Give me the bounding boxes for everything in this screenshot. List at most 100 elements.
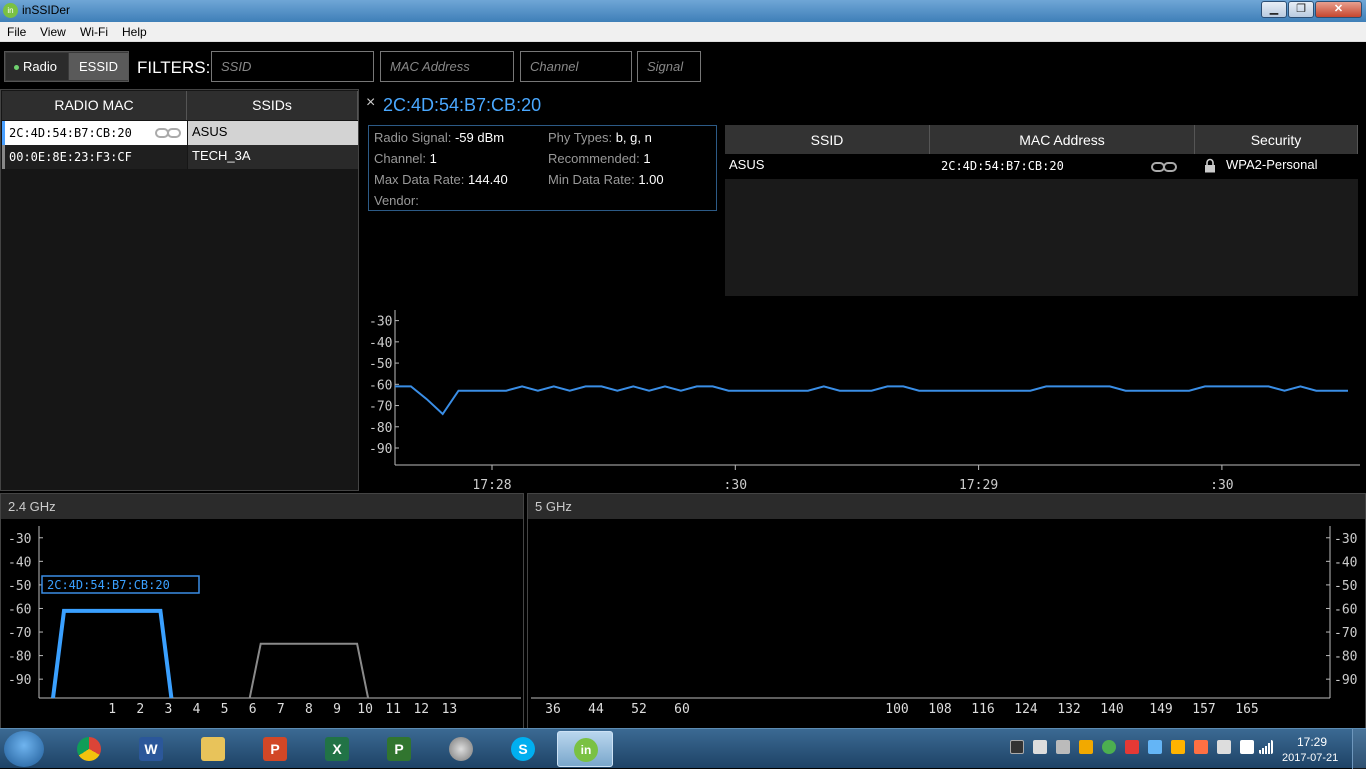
mac-column-header[interactable]: MAC Address bbox=[930, 125, 1195, 154]
clock-time[interactable]: 17:29 bbox=[1297, 735, 1327, 749]
tray-app-icon[interactable] bbox=[1056, 740, 1070, 754]
y-tick-label: -50 bbox=[369, 357, 392, 372]
y-tick-label: -70 bbox=[1334, 626, 1357, 641]
network-label-text: 2C:4D:54:B7:CB:20 bbox=[47, 578, 170, 592]
radio-toggle-option[interactable]: Radio bbox=[6, 53, 68, 80]
y-tick-label: -30 bbox=[1334, 532, 1357, 547]
channel-tick-label: 36 bbox=[545, 702, 561, 717]
inssider-app-icon: in bbox=[3, 3, 18, 18]
close-detail-icon[interactable]: × bbox=[366, 94, 375, 112]
mac-filter-input[interactable] bbox=[380, 51, 514, 82]
signal-time-chart: -30 -40 -50 -60 -70 -80 -90 17:28:30 17:29:30 bbox=[369, 310, 1360, 493]
skype-taskbar-button[interactable]: S bbox=[495, 731, 551, 767]
x-tick-label: :30 bbox=[724, 478, 747, 493]
table-row[interactable]: 2C:4D:54:B7:CB:20 ASUS bbox=[2, 121, 358, 145]
menu-help[interactable]: Help bbox=[122, 25, 147, 39]
recommended-value: 1 bbox=[643, 151, 651, 166]
channel-tick-label: 5 bbox=[221, 702, 229, 717]
ssid-cell: TECH_3A bbox=[188, 145, 358, 169]
y-tick-label: -70 bbox=[8, 626, 31, 641]
phy-types-row: Phy Types: b, g, n bbox=[548, 130, 652, 145]
excel-icon: X bbox=[325, 737, 349, 761]
tray-app-icon[interactable] bbox=[1148, 740, 1162, 754]
table-row[interactable]: 00:0E:8E:23:F3:CF TECH_3A bbox=[2, 145, 358, 169]
filter-toolbar: Radio ESSID FILTERS: bbox=[0, 43, 1366, 89]
clock-date[interactable]: 2017-07-21 bbox=[1282, 752, 1338, 764]
taskbar: W P X P S in 17:29 2017-07-21 bbox=[0, 728, 1366, 769]
window-title: inSSIDer bbox=[22, 3, 71, 17]
y-tick-label: -70 bbox=[369, 400, 392, 415]
inssider-taskbar-button[interactable]: in bbox=[557, 731, 613, 767]
menu-view[interactable]: View bbox=[40, 25, 66, 39]
signal-strength-icon[interactable] bbox=[1259, 740, 1273, 754]
menu-wifi[interactable]: Wi-Fi bbox=[80, 25, 108, 39]
start-button[interactable] bbox=[4, 731, 44, 767]
y-tick-label: -50 bbox=[1334, 579, 1357, 594]
y-tick-label: -60 bbox=[8, 602, 31, 617]
channel-tick-label: 149 bbox=[1149, 702, 1172, 717]
maximize-button[interactable]: ❐ bbox=[1288, 1, 1314, 18]
tray-app-icon[interactable] bbox=[1102, 740, 1116, 754]
radio-mac-column-header[interactable]: RADIO MAC bbox=[2, 91, 187, 120]
folder-icon bbox=[201, 737, 225, 761]
action-center-flag-icon[interactable] bbox=[1240, 740, 1254, 754]
channel-tick-label: 132 bbox=[1057, 702, 1080, 717]
ssid-cell: ASUS bbox=[188, 121, 358, 145]
channel-tick-label: 60 bbox=[674, 702, 690, 717]
tray-app-icon[interactable] bbox=[1171, 740, 1185, 754]
phy-types-value: b, g, n bbox=[615, 130, 652, 145]
ssid-filter-input[interactable] bbox=[211, 51, 374, 82]
ssids-column-header[interactable]: SSIDs bbox=[187, 91, 358, 120]
y-tick-label: -90 bbox=[8, 673, 31, 688]
volume-icon[interactable] bbox=[1033, 740, 1047, 754]
radio-signal-label: Radio Signal: bbox=[374, 130, 452, 145]
tray-app-icon[interactable] bbox=[1125, 740, 1139, 754]
menu-file[interactable]: File bbox=[7, 25, 26, 39]
chrome-taskbar-button[interactable] bbox=[61, 731, 117, 767]
y-tick-label: -40 bbox=[8, 555, 31, 570]
network-channel-trace bbox=[248, 642, 370, 699]
signal-filter-input[interactable] bbox=[637, 51, 701, 82]
ssid-table: SSID MAC Address Security ASUS 2C:4D:54:… bbox=[725, 125, 1358, 296]
channel-tick-label: 1 bbox=[108, 702, 116, 717]
channel-tick-label: 12 bbox=[413, 702, 429, 717]
word-taskbar-button[interactable]: W bbox=[123, 731, 179, 767]
max-rate-row: Max Data Rate: 144.40 bbox=[374, 172, 508, 187]
explorer-taskbar-button[interactable] bbox=[185, 731, 241, 767]
project-taskbar-button[interactable]: P bbox=[371, 731, 427, 767]
essid-toggle-option[interactable]: ESSID bbox=[69, 53, 128, 80]
minimize-button[interactable]: ▁ bbox=[1261, 1, 1287, 18]
band-5-chart: -30 -40 -50 -60 -70 -80 -90 36 44 52 60 100 108 116 12… bbox=[531, 526, 1357, 717]
selected-indicator-icon bbox=[14, 65, 19, 70]
ssid-column-header[interactable]: SSID bbox=[725, 125, 930, 154]
speakers-taskbar-button[interactable] bbox=[433, 731, 489, 767]
radio-essid-toggle[interactable]: Radio ESSID bbox=[4, 51, 129, 82]
y-tick-label: -40 bbox=[369, 336, 392, 351]
tray-app-icon[interactable] bbox=[1079, 740, 1093, 754]
radio-mac-cell: 00:0E:8E:23:F3:CF bbox=[2, 145, 187, 169]
powerpoint-taskbar-button[interactable]: P bbox=[247, 731, 303, 767]
band-5-title: 5 GHz bbox=[528, 494, 1365, 519]
lock-icon bbox=[1205, 158, 1215, 173]
x-tick-label: 17:29 bbox=[959, 478, 998, 493]
channel-tick-label: 2 bbox=[136, 702, 144, 717]
chrome-icon bbox=[77, 737, 101, 761]
channel-tick-label: 157 bbox=[1192, 702, 1215, 717]
table-row[interactable]: ASUS 2C:4D:54:B7:CB:20 WPA2-Personal bbox=[725, 154, 1358, 179]
filters-label: FILTERS: bbox=[137, 58, 211, 77]
show-desktop-button[interactable] bbox=[1352, 729, 1366, 769]
radio-signal-value: -59 dBm bbox=[454, 130, 505, 145]
tray-app-icon[interactable] bbox=[1010, 740, 1024, 754]
close-window-button[interactable]: ✕ bbox=[1315, 1, 1362, 18]
menu-bar: File View Wi-Fi Help bbox=[0, 22, 1366, 42]
excel-taskbar-button[interactable]: X bbox=[309, 731, 365, 767]
tray-app-icon[interactable] bbox=[1194, 740, 1208, 754]
y-tick-label: -50 bbox=[8, 579, 31, 594]
channel-filter-input[interactable] bbox=[520, 51, 632, 82]
channel-tick-label: 140 bbox=[1100, 702, 1123, 717]
channel-tick-label: 8 bbox=[305, 702, 313, 717]
y-tick-label: -80 bbox=[1334, 650, 1357, 665]
speaker-icon bbox=[449, 737, 473, 761]
security-column-header[interactable]: Security bbox=[1195, 125, 1358, 154]
tray-app-icon[interactable] bbox=[1217, 740, 1231, 754]
